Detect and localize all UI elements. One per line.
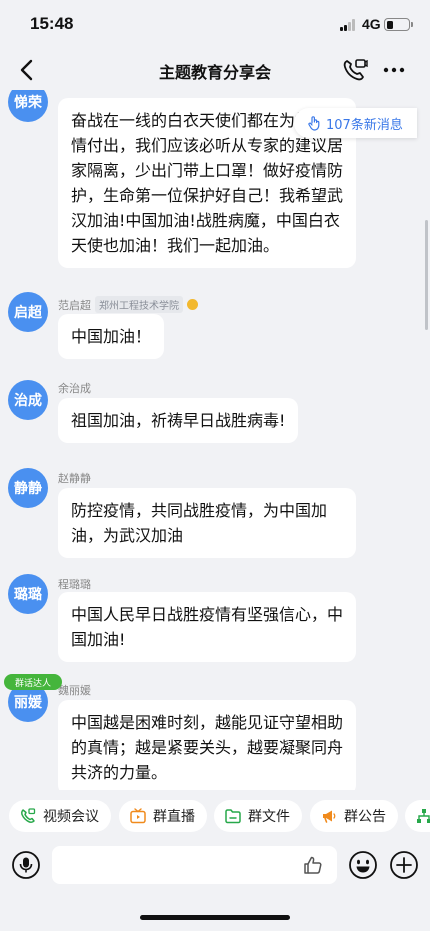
home-indicator[interactable] <box>140 915 290 920</box>
megaphone-icon <box>323 810 336 823</box>
avatar[interactable]: 璐璐 <box>8 574 48 614</box>
thumbs-up-icon[interactable] <box>302 854 324 876</box>
emoji-icon[interactable] <box>348 850 378 880</box>
sender-name: 程璐璐 <box>58 578 91 591</box>
org-chart-icon <box>417 809 430 823</box>
plus-icon[interactable] <box>389 850 419 880</box>
quick-actions-bar: 视频会议 群直播 群文件 群公告 <box>0 798 430 836</box>
battery-tip <box>411 22 413 27</box>
message-bubble[interactable]: 中国加油！ <box>58 314 165 359</box>
signal-icon <box>340 19 360 31</box>
member-badge: 群话达人 <box>4 674 62 690</box>
message-bubble[interactable]: 中国越是困难时刻，越能见证守望相助的真情；越是紧要关头，越要凝聚同舟共济的力量。 <box>58 700 356 790</box>
more-icon[interactable] <box>380 56 408 84</box>
more-quick-action-button[interactable] <box>405 800 430 832</box>
status-bar: 15:48 4G <box>0 0 430 50</box>
battery-icon <box>384 18 410 31</box>
video-call-icon <box>21 808 36 823</box>
sender-name: 赵静静 <box>58 472 91 485</box>
org-tag: 郑州工程技术学院 <box>95 296 183 313</box>
sender-name: 范启超 <box>58 298 91 312</box>
group-files-button[interactable]: 群文件 <box>214 800 302 832</box>
nav-bar: 主题教育分享会 <box>0 50 430 90</box>
group-announcement-button[interactable]: 群公告 <box>310 800 398 832</box>
new-messages-label: 107条新消息 <box>326 117 403 133</box>
avatar[interactable]: 启超 <box>8 292 48 332</box>
voice-input-icon[interactable] <box>11 850 41 880</box>
quick-action-label: 群直播 <box>153 809 195 825</box>
verified-icon <box>187 299 198 310</box>
quick-action-label: 视频会议 <box>43 809 99 825</box>
network-label: 4G <box>362 16 381 32</box>
message-input[interactable] <box>52 846 337 884</box>
status-time: 15:48 <box>30 14 74 33</box>
live-tv-icon <box>130 808 146 824</box>
sender-line: 范启超 郑州工程技术学院 <box>58 296 198 313</box>
group-live-button[interactable]: 群直播 <box>119 800 207 832</box>
chat-list[interactable]: 悌荣 奋战在一线的白衣天使们都在为抗击疫情付出，我们应该必听从专家的建议居家隔离… <box>0 90 430 790</box>
quick-action-label: 群文件 <box>248 809 290 825</box>
folder-icon <box>225 809 241 824</box>
sender-name: 魏丽媛 <box>58 684 91 697</box>
hand-pointer-icon <box>308 116 320 131</box>
input-bar <box>0 842 430 892</box>
message-bubble[interactable]: 祖国加油，祈祷早日战胜病毒! <box>58 398 299 443</box>
scrollbar[interactable] <box>425 220 428 330</box>
quick-action-label: 群公告 <box>344 809 386 825</box>
sender-name: 余治成 <box>58 382 91 395</box>
video-conference-button[interactable]: 视频会议 <box>9 800 111 832</box>
avatar[interactable]: 悌荣 <box>8 90 48 122</box>
message-bubble[interactable]: 中国人民早日战胜疫情有坚强信心，中国加油! <box>58 592 356 662</box>
message-bubble[interactable]: 防控疫情，共同战胜疫情，为中国加油，为武汉加油 <box>58 488 356 558</box>
new-messages-button[interactable]: 107条新消息 <box>294 108 417 138</box>
avatar[interactable]: 治成 <box>8 380 48 420</box>
group-call-icon[interactable] <box>340 56 368 84</box>
battery-level <box>386 20 393 29</box>
avatar[interactable]: 静静 <box>8 468 48 508</box>
